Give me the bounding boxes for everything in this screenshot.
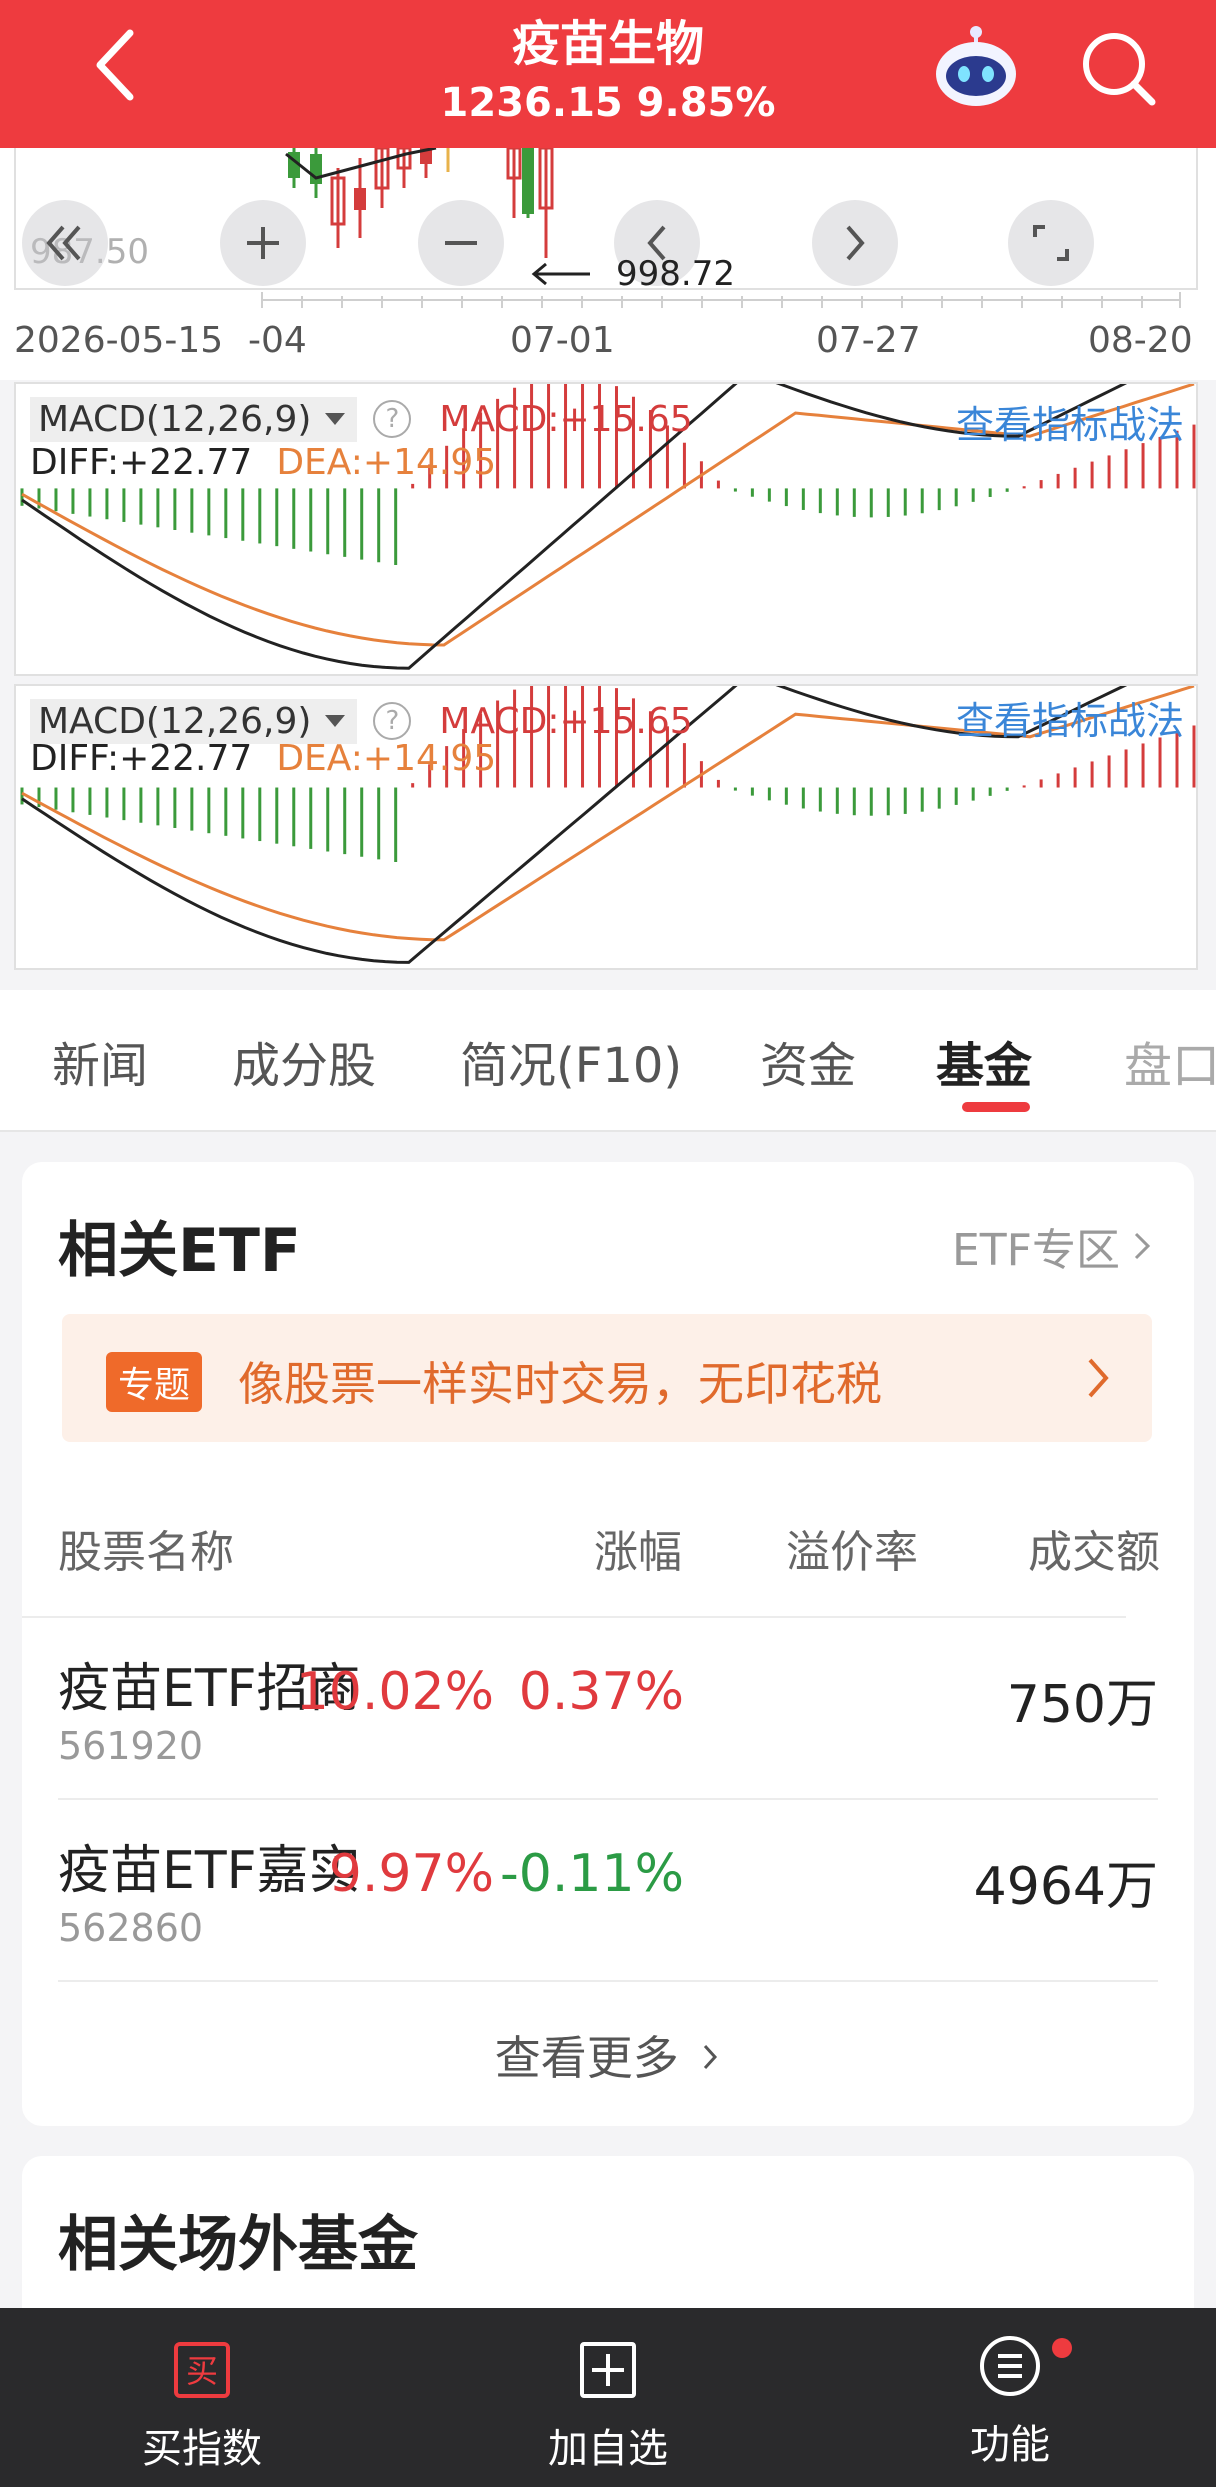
tab-fund[interactable]: 基金 [936, 1026, 1032, 1096]
etf-change: 10.02% [295, 1662, 494, 1722]
search-icon [1083, 33, 1156, 106]
zoom-in-button[interactable] [220, 200, 306, 286]
tab-funds-flow[interactable]: 资金 [760, 1026, 856, 1096]
notification-dot [1052, 2338, 1072, 2358]
zoom-out-button[interactable] [418, 200, 504, 286]
indicator-name: MACD(12,26,9) [38, 700, 312, 742]
caret-down-icon [325, 413, 346, 425]
page-title: 疫苗生物 [511, 16, 704, 72]
divider [58, 1798, 1158, 1800]
plus-square-icon [580, 2342, 636, 2398]
etf-turnover: 750万 [1006, 1675, 1158, 1735]
add-watchlist-label: 加自选 [548, 2426, 668, 2472]
plus-icon [247, 227, 279, 259]
banner-text: 像股票一样实时交易，无印花税 [238, 1357, 882, 1411]
etf-zone-link[interactable]: ETF专区 [952, 1214, 1154, 1278]
macd-panel[interactable]: MACD(12,26,9) ? MACD:+15.65 DIFF:+22.77 … [14, 684, 1198, 970]
date-axis: 2026-05-15 -04 07-01 07-27 08-20 [0, 320, 1216, 370]
buy-icon-text: 买 [186, 2352, 218, 2390]
tab-orderbook[interactable]: 盘口 [1124, 1026, 1216, 1096]
divider [22, 1616, 1126, 1618]
section-title: 相关ETF [58, 1216, 301, 1286]
etf-zone-label: ETF专区 [952, 1225, 1120, 1276]
promo-banner[interactable]: 专题 像股票一样实时交易，无印花税 [62, 1314, 1152, 1442]
buy-icon: 买 [174, 2342, 230, 2398]
detail-tabs: 新闻 成分股 简况(F10) 资金 基金 盘口 [0, 990, 1216, 1132]
related-etf-card: 相关ETF ETF专区 专题 像股票一样实时交易，无印花税 股票名称 涨幅 溢价… [22, 1162, 1194, 2126]
etf-code: 562860 [58, 1906, 204, 1950]
macd-value: MACD:+15.65 [439, 700, 693, 742]
etf-code: 561920 [58, 1724, 204, 1768]
column-header-turnover[interactable]: 成交额 [1028, 1516, 1160, 1580]
column-header-change[interactable]: 涨幅 [594, 1516, 682, 1580]
macd-panel[interactable]: MACD(12,26,9) ? MACD:+15.65 DIFF:+22.77 … [14, 382, 1198, 676]
fullscreen-button[interactable] [1008, 200, 1094, 286]
price-change: 1236.15 9.85% [440, 80, 776, 126]
column-header-name: 股票名称 [58, 1527, 234, 1578]
buy-index-button[interactable]: 买 买指数 [82, 2338, 322, 2474]
robot-assistant-button[interactable] [928, 18, 1024, 114]
function-label: 功能 [970, 2422, 1050, 2468]
robot-icon [936, 26, 1016, 106]
double-chevron-left-icon [46, 225, 81, 261]
buy-index-label: 买指数 [142, 2426, 262, 2472]
date-label: 07-01 [510, 320, 615, 361]
scroll-left-fast-button[interactable] [22, 200, 108, 286]
bottom-action-bar: 买 买指数 加自选 功能 [0, 2308, 1216, 2487]
tab-constituents[interactable]: 成分股 [232, 1026, 376, 1096]
chevron-right-icon [1088, 1358, 1109, 1398]
search-button[interactable] [1076, 26, 1160, 110]
top-header: 疫苗生物 1236.15 9.85% [0, 0, 1216, 148]
date-label: 2026-05-15 [14, 320, 224, 361]
macd-value: MACD:+15.65 [439, 398, 693, 440]
minus-icon [445, 241, 477, 245]
price-chart[interactable]: 987.50 998.72 2026-05-15 -04 07-01 07-27… [0, 148, 1216, 380]
dea-value: DEA:+14.95 [276, 738, 497, 779]
date-label: 07-27 [816, 320, 921, 361]
help-icon[interactable]: ? [373, 400, 412, 438]
time-axis-ticks [261, 292, 1181, 308]
etf-change: 9.97% [328, 1844, 494, 1904]
column-header-premium[interactable]: 溢价率 [786, 1516, 918, 1580]
active-tab-indicator [962, 1102, 1030, 1112]
chevron-right-icon [846, 225, 865, 261]
fullscreen-icon [1033, 225, 1069, 261]
date-label: -04 [248, 320, 307, 361]
tab-news[interactable]: 新闻 [52, 1026, 148, 1096]
menu-circle-icon [980, 2336, 1040, 2396]
help-icon[interactable]: ? [373, 702, 412, 740]
indicator-name: MACD(12,26,9) [38, 398, 312, 440]
caret-down-icon [325, 715, 346, 727]
function-menu-button[interactable]: 功能 [890, 2334, 1130, 2470]
indicator-selector[interactable]: MACD(12,26,9) [30, 698, 358, 744]
view-more-label: 查看更多 [494, 2031, 679, 2085]
scroll-right-button[interactable] [812, 200, 898, 286]
add-watchlist-button[interactable]: 加自选 [488, 2338, 728, 2474]
etf-premium: 0.37% [518, 1662, 684, 1722]
section-title: 相关场外基金 [58, 2210, 418, 2280]
indicator-strategy-link[interactable]: 查看指标战法 [956, 690, 1184, 745]
etf-name: 疫苗ETF嘉实 [58, 1841, 361, 1901]
diff-value: DIFF:+22.77 [30, 738, 253, 779]
diff-value: DIFF:+22.77 [30, 442, 253, 483]
tab-f10[interactable]: 简况(F10) [460, 1026, 682, 1096]
divider [58, 1980, 1158, 1982]
dea-value: DEA:+14.95 [276, 442, 497, 483]
indicator-strategy-link[interactable]: 查看指标战法 [956, 394, 1184, 449]
etf-turnover: 4964万 [973, 1857, 1158, 1917]
chevron-right-icon [704, 2044, 718, 2070]
date-label: 08-20 [1088, 320, 1193, 361]
arrow-left-icon [531, 262, 590, 286]
topic-badge: 专题 [106, 1352, 203, 1412]
etf-premium: -0.11% [500, 1844, 684, 1904]
chevron-right-icon [1134, 1232, 1151, 1260]
indicator-selector[interactable]: MACD(12,26,9) [30, 396, 358, 442]
view-more-link[interactable]: 查看更多 [22, 2022, 1194, 2088]
